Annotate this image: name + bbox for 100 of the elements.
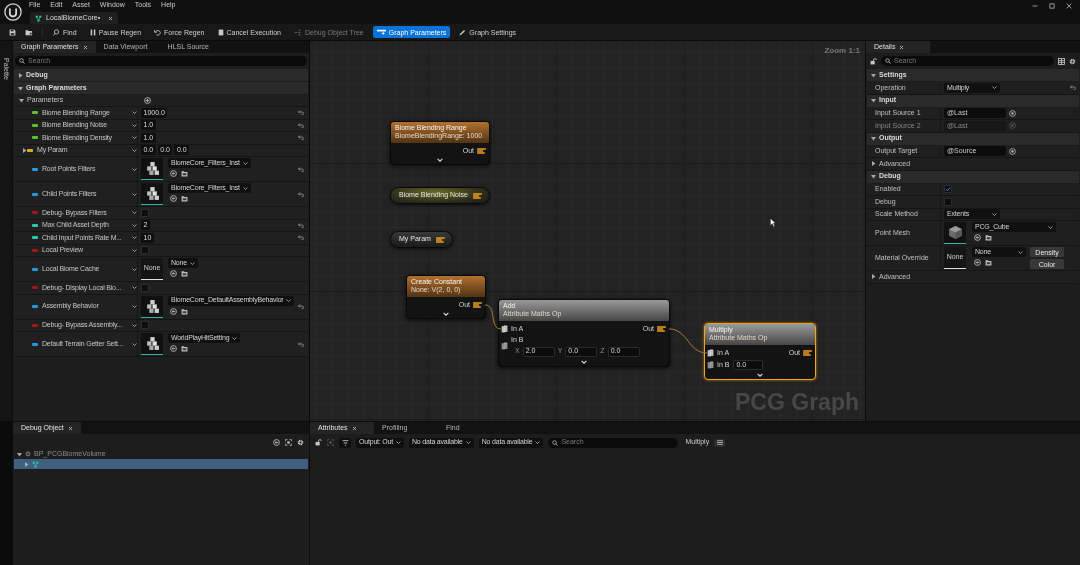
output-pin-icon[interactable]: [435, 236, 445, 243]
filter-icon: [341, 439, 349, 446]
expander-icon[interactable]: [18, 72, 23, 78]
parameters-icon: [376, 29, 386, 35]
caret-icon[interactable]: [132, 236, 137, 240]
folder-icon[interactable]: [181, 345, 188, 352]
reset-icon[interactable]: [298, 110, 304, 116]
caret-icon[interactable]: [132, 267, 137, 271]
output-pin-icon[interactable]: [477, 147, 486, 154]
reset-icon[interactable]: [298, 122, 304, 128]
arrow-circle-icon[interactable]: [170, 307, 177, 315]
checkbox[interactable]: [944, 185, 952, 194]
caret-icon[interactable]: [132, 111, 137, 115]
folder-icon[interactable]: [181, 270, 188, 277]
expander-icon[interactable]: [22, 147, 27, 153]
output-pin-icon[interactable]: [657, 325, 666, 332]
minimize-icon[interactable]: [1032, 2, 1038, 9]
add-icon[interactable]: [144, 97, 151, 104]
reset-icon[interactable]: [298, 191, 304, 197]
caret-icon[interactable]: [132, 123, 137, 127]
close-icon[interactable]: [899, 44, 905, 50]
chevron-icon[interactable]: [757, 373, 763, 378]
reset-icon[interactable]: [298, 222, 304, 228]
pin-icon[interactable]: [707, 348, 714, 357]
arrow-circle-icon[interactable]: [273, 439, 280, 446]
arrow-circle-icon[interactable]: [170, 195, 177, 202]
caret-icon[interactable]: [132, 305, 137, 308]
caret-icon[interactable]: [132, 192, 137, 196]
checkbox[interactable]: [141, 246, 149, 255]
checkbox[interactable]: [141, 208, 149, 217]
lock-icon[interactable]: [870, 57, 877, 65]
folder-icon[interactable]: [181, 195, 188, 202]
close-icon[interactable]: [1066, 2, 1072, 9]
arrow-circle-icon[interactable]: [170, 345, 177, 352]
folder-icon[interactable]: [25, 28, 33, 36]
expander-icon[interactable]: [17, 451, 22, 457]
close-icon[interactable]: [82, 44, 88, 50]
caret-icon[interactable]: [132, 223, 137, 227]
output-pin-icon[interactable]: [472, 192, 482, 199]
save-icon[interactable]: [8, 28, 16, 36]
reset-icon[interactable]: [298, 341, 304, 347]
caret-icon[interactable]: [132, 342, 137, 346]
checkbox[interactable]: [141, 283, 149, 292]
caret-icon[interactable]: [132, 323, 137, 327]
pause-icon: [89, 28, 96, 36]
reset-icon[interactable]: [298, 304, 304, 309]
expander-icon[interactable]: [19, 98, 24, 103]
grid-icon[interactable]: [1058, 57, 1065, 65]
arrow-circle-icon[interactable]: [170, 170, 177, 177]
reset-icon[interactable]: [298, 166, 304, 172]
zoom-label: Zoom 1:1: [824, 46, 860, 56]
lock-icon[interactable]: [315, 439, 322, 446]
close-icon[interactable]: [351, 425, 357, 431]
arrow-circle-icon[interactable]: [170, 270, 177, 277]
list-button[interactable]: [714, 438, 726, 447]
folder-icon[interactable]: [985, 259, 992, 266]
caret-icon: [1018, 250, 1023, 254]
expander-icon[interactable]: [18, 85, 23, 91]
folder-icon[interactable]: [985, 234, 992, 241]
reset-icon[interactable]: [298, 135, 304, 141]
caret-icon[interactable]: [132, 211, 137, 215]
logo-icon[interactable]: [4, 3, 22, 21]
caret-icon[interactable]: [132, 248, 137, 252]
checkbox[interactable]: [944, 197, 952, 206]
chevron-icon[interactable]: [437, 158, 443, 163]
filter-button[interactable]: [339, 437, 351, 448]
caret-icon[interactable]: [132, 136, 137, 140]
pin-icon[interactable]: [501, 324, 508, 333]
chevron-icon[interactable]: [581, 359, 587, 364]
arrow-circle-icon[interactable]: [974, 259, 981, 266]
expander-icon[interactable]: [871, 161, 876, 167]
caret-icon[interactable]: [132, 167, 137, 171]
output-pin-icon[interactable]: [803, 349, 812, 356]
cursor-icon: [770, 218, 776, 227]
caret-icon[interactable]: [132, 286, 137, 290]
expander-icon[interactable]: [871, 72, 876, 78]
caret-icon: [396, 441, 401, 444]
expander-icon[interactable]: [871, 98, 876, 103]
reset-icon[interactable]: [298, 235, 304, 241]
pin-icon[interactable]: [707, 361, 714, 370]
chevron-icon[interactable]: [443, 312, 449, 317]
caret-icon: [189, 261, 195, 265]
folder-icon[interactable]: [181, 170, 188, 177]
expander-icon[interactable]: [871, 136, 876, 141]
arrow-circle-icon[interactable]: [974, 234, 981, 241]
expander-icon[interactable]: [871, 174, 876, 179]
output-pin-icon[interactable]: [473, 301, 482, 308]
settings-icon[interactable]: [1069, 57, 1076, 65]
list-icon: [716, 440, 723, 445]
settings-icon[interactable]: [297, 439, 304, 446]
reset-icon[interactable]: [1070, 85, 1076, 91]
maximize-icon[interactable]: [1049, 2, 1055, 9]
expander-icon[interactable]: [871, 274, 876, 280]
close-icon[interactable]: [108, 15, 113, 21]
caret-icon: [992, 212, 997, 216]
checkbox[interactable]: [141, 321, 149, 330]
pin-icon[interactable]: [501, 342, 508, 351]
caret-icon[interactable]: [132, 148, 137, 152]
close-icon[interactable]: [67, 425, 73, 431]
folder-icon[interactable]: [181, 307, 188, 315]
